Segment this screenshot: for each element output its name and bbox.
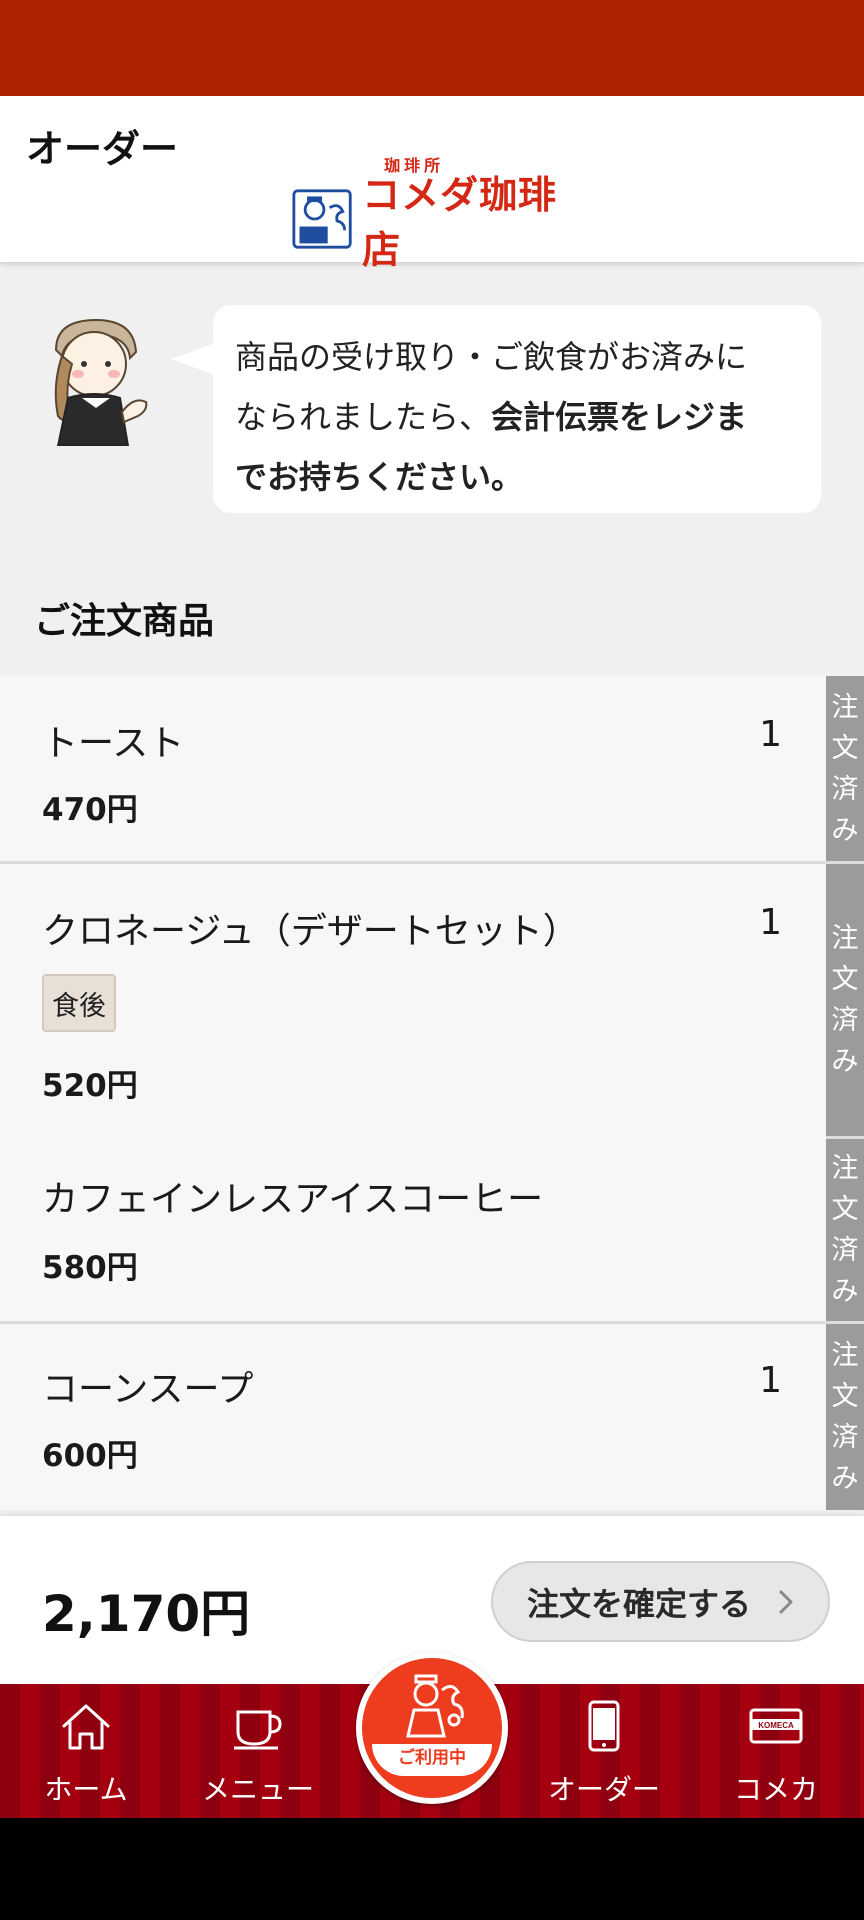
message-line-1: 商品の受け取り・ご飲食がお済みに [235, 338, 748, 376]
item-name: クロネージュ（デザートセット） [42, 911, 579, 952]
message-line-2-text: なられましたら、 [235, 398, 492, 436]
message-line-3-bold: でお持ちください。 [235, 458, 524, 496]
logo-mark-icon [292, 189, 352, 249]
center-button-label: ご利用中 [372, 1744, 492, 1776]
tab-menu[interactable]: メニュー [172, 1684, 344, 1818]
ordered-status-tab: 注 文 済 み [826, 1136, 864, 1321]
status-char: 注 [831, 1340, 859, 1371]
status-char: み [831, 1276, 859, 1307]
ordered-status-tab: 注 文 済 み [826, 676, 864, 861]
message-line-3: でお持ちください。 [235, 447, 799, 507]
staff-illustration [54, 318, 148, 446]
item-quantity: 1 [759, 714, 782, 755]
order-item-toast[interactable]: トースト 1 470円 注 文 済 み [0, 676, 864, 864]
komeda-logo: 珈琲所 コメダ珈琲店 [292, 156, 582, 272]
item-price: 600円 [42, 1438, 138, 1474]
after-meal-tag: 食後 [42, 974, 116, 1032]
tab-label: オーダー [547, 1773, 660, 1806]
item-price: 580円 [42, 1250, 138, 1286]
logo-name: コメダ珈琲店 [362, 172, 558, 272]
card-icon: KOMECA [749, 1708, 803, 1744]
order-item-decaf-iced-coffee[interactable]: カフェインレスアイスコーヒー 580円 注 文 済 み [0, 1136, 864, 1324]
app-header: オーダー 珈琲所 コメダ珈琲店 [0, 96, 864, 272]
card-badge-text: KOMECA [758, 1721, 794, 1730]
status-char: 注 [831, 923, 859, 954]
status-char: 文 [831, 1381, 859, 1412]
logo-sub: 珈琲所 [384, 156, 445, 175]
tab-home[interactable]: ホーム [0, 1684, 172, 1818]
status-char: み [831, 1463, 859, 1494]
logo-text: 珈琲所 コメダ珈琲店 [362, 156, 582, 274]
status-char: み [831, 1046, 859, 1077]
home-icon [62, 1704, 110, 1750]
order-item-corn-soup[interactable]: コーンスープ 1 600円 注 文 済 み [0, 1324, 864, 1510]
item-name: トースト [42, 723, 185, 764]
order-list: トースト 1 470円 注 文 済 み クロネージュ（デザートセット） 1 食後… [0, 676, 864, 1510]
tab-order[interactable]: オーダー [518, 1684, 690, 1818]
in-use-center-button[interactable]: ご利用中 [356, 1652, 508, 1804]
info-speech-bubble: 商品の受け取り・ご飲食がお済みに なられましたら、会計伝票をレジま でお持ちくだ… [171, 305, 821, 513]
item-name: コーンスープ [42, 1369, 254, 1410]
item-quantity: 1 [759, 902, 782, 943]
system-nav-bar [0, 1818, 864, 1920]
item-price: 520円 [42, 1068, 138, 1104]
status-char: 注 [831, 691, 859, 723]
tab-komeca[interactable]: KOMECA コメカ [690, 1684, 862, 1818]
order-item-cronage[interactable]: クロネージュ（デザートセット） 1 食後 520円 注 文 済 み [0, 864, 864, 1136]
status-bar [0, 0, 864, 96]
item-price: 470円 [42, 792, 138, 828]
status-char: 済 [831, 1422, 859, 1453]
komeda-mascot-icon [406, 1674, 464, 1738]
chevron-right-icon [779, 1590, 793, 1614]
tab-label: コメカ [733, 1773, 818, 1806]
smartphone-icon [588, 1700, 620, 1752]
page-title: オーダー [26, 127, 179, 171]
status-char: 文 [831, 1194, 859, 1225]
status-char: 済 [831, 773, 859, 805]
status-char: 文 [831, 732, 859, 764]
status-char: 済 [831, 1235, 859, 1266]
total-price: 2,170円 [42, 1585, 251, 1643]
message-line-2-bold: 会計伝票をレジま [491, 398, 748, 436]
item-name: カフェインレスアイスコーヒー [42, 1179, 544, 1220]
message-line-2: なられましたら、会計伝票をレジま [235, 387, 799, 447]
confirm-order-button[interactable]: 注文を確定する [491, 1561, 830, 1642]
status-char: み [831, 814, 859, 846]
ordered-status-tab: 注 文 済 み [826, 1324, 864, 1510]
item-quantity: 1 [759, 1360, 782, 1401]
status-char: 済 [831, 1005, 859, 1036]
main-content: 商品の受け取り・ご飲食がお済みに なられましたら、会計伝票をレジま でお持ちくだ… [0, 262, 864, 1516]
status-char: 注 [831, 1153, 859, 1184]
status-char: 文 [831, 964, 859, 995]
section-title: ご注文商品 [34, 601, 215, 642]
tab-label: ホーム [44, 1773, 128, 1806]
coffee-cup-icon [234, 1710, 282, 1750]
confirm-label: 注文を確定する [527, 1584, 752, 1623]
ordered-status-tab: 注 文 済 み [826, 864, 864, 1136]
tab-label: メニュー [201, 1773, 314, 1806]
